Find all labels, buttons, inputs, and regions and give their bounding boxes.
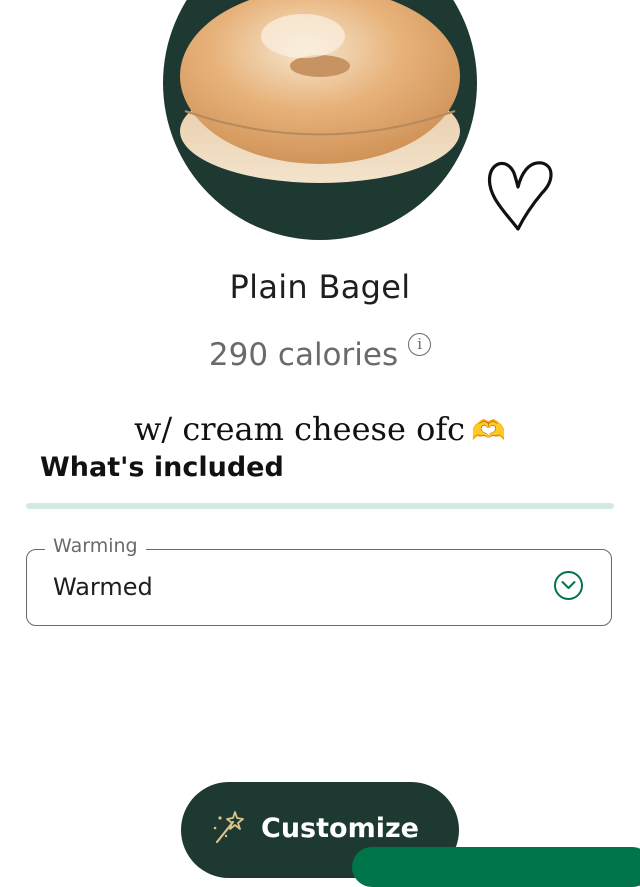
heart-doodle bbox=[487, 161, 553, 231]
product-name: Plain Bagel bbox=[229, 268, 411, 306]
heart-hands-icon: 🫶 bbox=[471, 414, 506, 447]
overlay-note: w/ cream cheese ofc 🫶 bbox=[0, 410, 640, 448]
section-divider bbox=[26, 503, 614, 509]
warming-value: Warmed bbox=[53, 573, 153, 601]
customize-label: Customize bbox=[261, 813, 419, 844]
section-heading-whats-included: What's included bbox=[40, 452, 284, 483]
overlay-note-text: w/ cream cheese ofc bbox=[134, 410, 466, 448]
magic-wand-icon bbox=[213, 811, 244, 844]
bagel-illustration bbox=[180, 0, 460, 183]
add-to-order-button[interactable] bbox=[352, 847, 640, 887]
product-image bbox=[163, 0, 477, 240]
warming-select[interactable]: Warming Warmed bbox=[26, 535, 612, 626]
calories-text: 290 calories bbox=[208, 337, 399, 373]
warming-label: Warming bbox=[45, 535, 146, 557]
calories-row: 290 calories i bbox=[0, 333, 640, 373]
info-icon[interactable]: i bbox=[408, 333, 432, 356]
chevron-down-icon[interactable] bbox=[554, 571, 583, 600]
